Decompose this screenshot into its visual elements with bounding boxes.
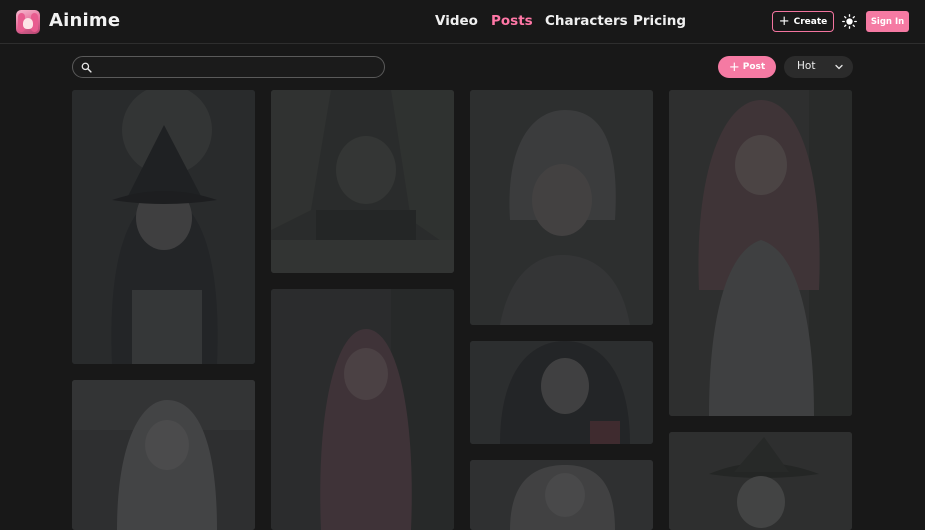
nav-characters[interactable]: Characters (545, 13, 628, 29)
post-card[interactable] (271, 289, 454, 530)
search-bar[interactable] (72, 56, 385, 78)
search-icon (81, 62, 92, 73)
brand-name[interactable]: Ainime (49, 10, 120, 31)
nav-posts[interactable]: Posts (491, 13, 533, 29)
post-card[interactable] (669, 432, 852, 530)
sort-dropdown[interactable]: Hot (784, 56, 853, 78)
sort-selected-value: Hot (797, 60, 816, 72)
post-card[interactable] (470, 341, 653, 444)
chevron-down-icon (835, 64, 843, 70)
sign-in-button[interactable]: Sign In (866, 11, 909, 32)
nav-pricing[interactable]: Pricing (633, 13, 686, 29)
new-post-label: Post (742, 62, 766, 72)
plus-icon: + (728, 59, 740, 75)
nav-video[interactable]: Video (435, 13, 478, 29)
new-post-button[interactable]: + Post (718, 56, 776, 78)
create-button[interactable]: + Create (772, 11, 834, 32)
post-card[interactable] (72, 380, 255, 530)
search-input[interactable] (97, 59, 377, 75)
post-card[interactable] (669, 90, 852, 416)
brand-logo[interactable] (16, 10, 40, 34)
sun-icon[interactable] (842, 14, 857, 29)
plus-icon: + (778, 14, 790, 29)
post-card[interactable] (72, 90, 255, 364)
create-button-label: Create (793, 16, 828, 27)
post-card[interactable] (271, 90, 454, 273)
post-card[interactable] (470, 90, 653, 325)
top-nav-bar: Ainime Video Posts Characters Pricing + … (0, 0, 925, 44)
